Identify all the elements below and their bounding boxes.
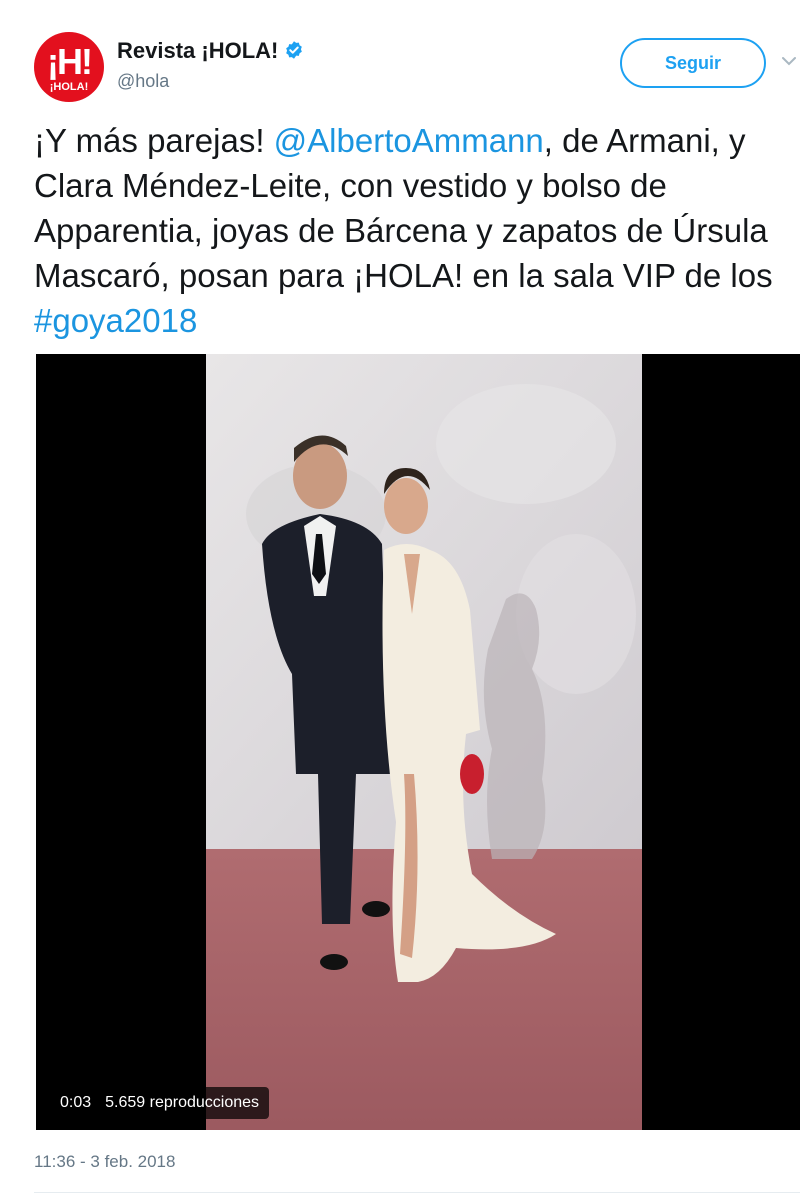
tweet-text: ¡Y más parejas! @AlbertoAmmann, de Arman… (34, 118, 794, 343)
tweet-text-part: ¡Y más parejas! (34, 122, 274, 159)
video-elapsed-time: 0:03 (60, 1094, 92, 1111)
display-name-row[interactable]: Revista ¡HOLA! (117, 38, 304, 64)
user-handle[interactable]: @hola (117, 71, 169, 92)
mention-link[interactable]: @AlbertoAmmann (274, 122, 544, 159)
video-info-badge: 0:03 5.659 reproducciones (50, 1087, 270, 1119)
video-thumbnail[interactable] (206, 354, 642, 1130)
follow-button[interactable]: Seguir (620, 38, 766, 88)
video-player[interactable]: 0:03 5.659 reproducciones (36, 354, 800, 1130)
verified-badge-icon (286, 41, 303, 59)
avatar-logo-mark: ¡H! (47, 40, 93, 82)
chevron-down-icon[interactable] (782, 56, 796, 66)
avatar[interactable]: ¡H! ¡HOLA! (34, 32, 104, 102)
avatar-logo-word: ¡HOLA! (49, 80, 89, 93)
hashtag-link[interactable]: #goya2018 (34, 302, 197, 339)
video-view-count: 5.659 reproducciones (105, 1094, 260, 1111)
divider (34, 1192, 800, 1193)
display-name[interactable]: Revista ¡HOLA! (117, 38, 278, 63)
tweet-timestamp[interactable]: 11:36 - 3 feb. 2018 (34, 1152, 175, 1172)
tweet-header: ¡H! ¡HOLA! Revista ¡HOLA! @hola Seguir (0, 0, 800, 110)
